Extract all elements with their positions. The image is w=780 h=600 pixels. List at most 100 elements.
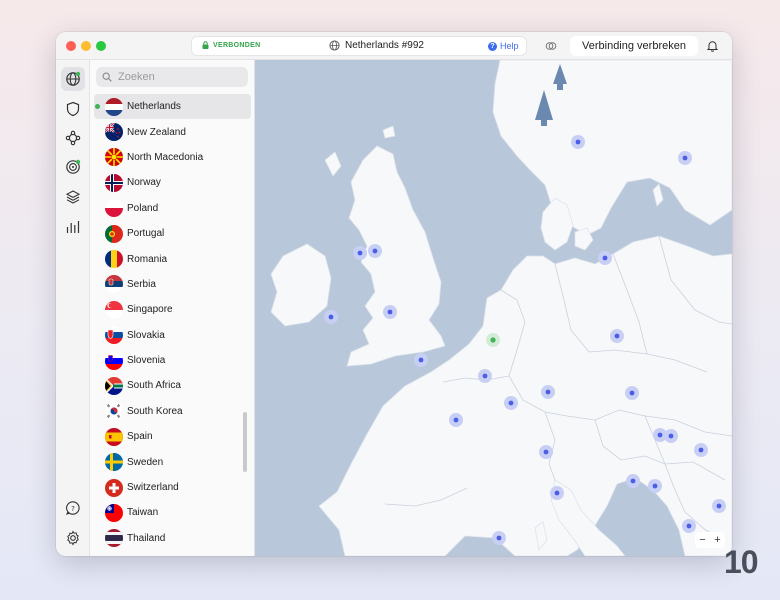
server-marker bbox=[554, 490, 560, 496]
country-item-slovenia[interactable]: Slovenia bbox=[90, 348, 254, 373]
server-marker bbox=[602, 255, 608, 261]
ireland-landmass bbox=[270, 243, 332, 327]
maximize-window-button[interactable] bbox=[96, 41, 106, 51]
close-window-button[interactable] bbox=[66, 41, 76, 51]
country-label: Sweden bbox=[127, 456, 164, 468]
server-marker bbox=[496, 535, 502, 541]
server-marker bbox=[614, 333, 620, 339]
country-item-singapore[interactable]: Singapore bbox=[90, 297, 254, 322]
rail-help-button[interactable]: ? bbox=[61, 496, 85, 520]
country-label: New Zealand bbox=[127, 126, 186, 138]
flag-si-icon bbox=[105, 351, 123, 370]
country-label: Portugal bbox=[127, 228, 165, 240]
country-list-scrollbar[interactable] bbox=[243, 412, 247, 472]
country-label: South Korea bbox=[127, 405, 183, 417]
country-item-thailand[interactable]: Thailand bbox=[90, 526, 254, 551]
rail-shield-button[interactable] bbox=[61, 97, 85, 121]
target-icon bbox=[66, 159, 81, 174]
help-label: Help bbox=[500, 41, 519, 51]
country-item-north-macedonia[interactable]: North Macedonia bbox=[90, 145, 254, 170]
country-label: Norway bbox=[127, 177, 161, 189]
server-marker bbox=[682, 155, 688, 161]
settings-icon bbox=[67, 530, 79, 546]
country-item-portugal[interactable]: Portugal bbox=[90, 221, 254, 246]
flag-se-icon bbox=[105, 453, 123, 472]
country-item-serbia[interactable]: Serbia bbox=[90, 272, 254, 297]
rail-settings-button[interactable] bbox=[61, 526, 85, 550]
disconnect-button[interactable]: Verbinding verbreken bbox=[570, 36, 698, 56]
help-link[interactable]: ? Help bbox=[488, 41, 519, 51]
rail-layers-button[interactable] bbox=[61, 185, 85, 209]
bell-icon[interactable] bbox=[707, 40, 718, 52]
server-marker bbox=[543, 449, 549, 455]
flag-nl-icon bbox=[105, 97, 123, 116]
server-marker bbox=[630, 478, 636, 484]
rail-meshnet-button[interactable] bbox=[61, 126, 85, 150]
server-map[interactable]: − + bbox=[255, 60, 732, 556]
server-marker bbox=[372, 248, 378, 254]
flag-sg-icon bbox=[105, 300, 123, 319]
titlebar: VERBONDEN Netherlands #992 ? Help Verbin… bbox=[56, 32, 732, 60]
globe-small-icon bbox=[329, 40, 340, 51]
stats-icon bbox=[66, 221, 80, 233]
country-item-switzerland[interactable]: Switzerland bbox=[90, 475, 254, 500]
country-item-spain[interactable]: Spain bbox=[90, 424, 254, 449]
svg-text:?: ? bbox=[71, 505, 75, 513]
country-label: Slovakia bbox=[127, 329, 165, 341]
country-item-norway[interactable]: Norway bbox=[90, 170, 254, 195]
europe-map bbox=[270, 60, 732, 556]
connected-server-marker bbox=[490, 337, 496, 343]
country-item-new-zealand[interactable]: New Zealand bbox=[90, 119, 254, 144]
hebrides-islands bbox=[324, 151, 342, 177]
country-item-taiwan[interactable]: Taiwan bbox=[90, 500, 254, 525]
side-rail: ? bbox=[56, 60, 90, 556]
flag-ch-icon bbox=[105, 478, 123, 497]
zoom-controls: − + bbox=[695, 532, 725, 548]
server-label: Netherlands #992 bbox=[345, 40, 424, 51]
server-name: Netherlands #992 bbox=[329, 40, 424, 51]
server-marker bbox=[482, 373, 488, 379]
zoom-out-button[interactable]: − bbox=[699, 534, 705, 546]
flag-rs-icon bbox=[105, 275, 123, 294]
country-item-poland[interactable]: Poland bbox=[90, 196, 254, 221]
country-item-romania[interactable]: Romania bbox=[90, 246, 254, 271]
meshnet-icon bbox=[65, 130, 81, 146]
country-label: Poland bbox=[127, 202, 159, 214]
help-icon: ? bbox=[488, 41, 497, 51]
connected-dot bbox=[95, 104, 100, 109]
server-marker bbox=[328, 314, 334, 320]
flag-za-icon bbox=[105, 376, 123, 395]
search-box[interactable] bbox=[96, 67, 248, 87]
rail-stats-button[interactable] bbox=[61, 215, 85, 239]
country-item-netherlands[interactable]: Netherlands bbox=[94, 94, 251, 120]
flag-pt-icon bbox=[105, 224, 123, 243]
country-item-slovakia[interactable]: Slovakia bbox=[90, 323, 254, 348]
country-item-south-africa[interactable]: South Africa bbox=[90, 373, 254, 398]
flag-mk-icon bbox=[105, 148, 123, 167]
server-marker bbox=[453, 417, 459, 423]
rail-globe-button[interactable] bbox=[61, 67, 85, 91]
flag-pl-icon bbox=[105, 199, 123, 218]
rail-threat-button[interactable] bbox=[61, 155, 85, 179]
split-tunnel-icon[interactable] bbox=[545, 40, 557, 52]
country-label: Netherlands bbox=[127, 101, 181, 113]
country-item-sweden[interactable]: Sweden bbox=[90, 449, 254, 474]
shield-icon bbox=[66, 101, 80, 117]
server-marker bbox=[686, 523, 692, 529]
server-marker bbox=[387, 309, 393, 315]
country-label: Spain bbox=[127, 431, 153, 443]
zoom-in-button[interactable]: + bbox=[714, 534, 720, 546]
server-marker bbox=[668, 433, 674, 439]
country-item-south-korea[interactable]: South Korea bbox=[90, 399, 254, 424]
brand-number: 10 bbox=[724, 544, 759, 580]
orkney-islands bbox=[382, 125, 396, 139]
lock-icon bbox=[202, 41, 209, 49]
country-panel: Netherlands New Zealand bbox=[90, 60, 255, 556]
server-marker bbox=[357, 250, 363, 256]
search-input[interactable] bbox=[116, 70, 240, 84]
minimize-window-button[interactable] bbox=[81, 41, 91, 51]
connection-status-bar: VERBONDEN Netherlands #992 ? Help bbox=[191, 36, 527, 56]
country-label: Slovenia bbox=[127, 355, 166, 367]
country-label: Serbia bbox=[127, 278, 156, 290]
help-circle-icon: ? bbox=[65, 501, 80, 515]
